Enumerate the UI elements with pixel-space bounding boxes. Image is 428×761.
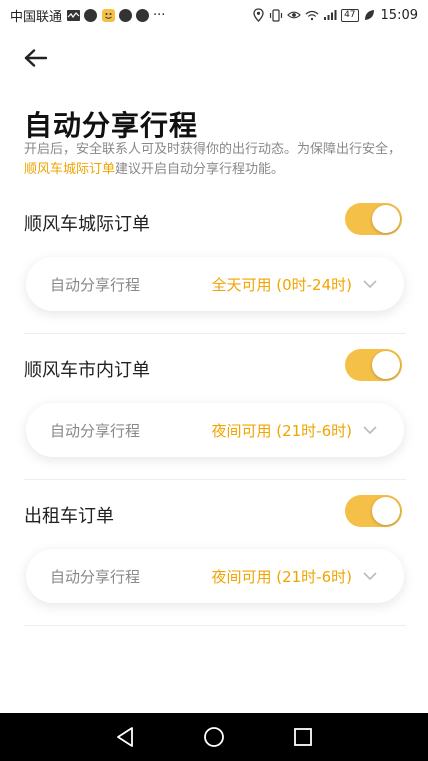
location-icon xyxy=(251,8,265,22)
toggle-knob xyxy=(372,497,400,525)
toggle-intercity[interactable] xyxy=(345,203,402,235)
back-button[interactable] xyxy=(22,46,50,70)
desc-suffix: 建议开启自动分享行程功能。 xyxy=(115,162,285,177)
eye-icon xyxy=(287,8,301,22)
row-value: 全天可用 (0时-24时) xyxy=(211,275,352,294)
app-notification-icon-2 xyxy=(119,8,133,22)
toggle-taxi[interactable] xyxy=(345,495,402,527)
carrier-label: 中国联通 xyxy=(10,9,63,25)
toggle-knob xyxy=(372,351,400,379)
divider xyxy=(24,625,406,626)
row-label: 自动分享行程 xyxy=(50,275,141,294)
section-title-intercity: 顺风车城际订单 xyxy=(24,214,150,235)
section-title-city: 顺风车市内订单 xyxy=(24,360,150,381)
nav-recents-button[interactable] xyxy=(290,724,316,750)
vibrate-icon xyxy=(269,8,283,22)
page-title: 自动分享行程 xyxy=(24,109,199,142)
circle-home-icon xyxy=(204,727,224,747)
nav-back-button[interactable] xyxy=(112,724,138,750)
section-title-taxi: 出租车订单 xyxy=(24,506,114,527)
clock: 15:09 xyxy=(380,7,418,23)
desc-prefix: 开启后，安全联系人可及时获得你的出行动态。为保障出行安全， xyxy=(24,142,402,157)
nav-home-button[interactable] xyxy=(201,724,227,750)
status-bar: 中国联通 ··· 47 15:09 xyxy=(0,0,428,30)
toggle-knob xyxy=(372,205,400,233)
share-setting-taxi[interactable]: 自动分享行程 夜间可用 (21时-6时) xyxy=(26,549,404,603)
share-setting-city[interactable]: 自动分享行程 夜间可用 (21时-6时) xyxy=(26,403,404,457)
activity-icon xyxy=(66,8,80,22)
row-label: 自动分享行程 xyxy=(50,421,141,440)
tiktok-icon xyxy=(136,8,150,22)
chevron-down-icon xyxy=(363,426,377,435)
battery-indicator: 47 xyxy=(341,8,359,22)
square-recents-icon xyxy=(294,728,313,746)
more-notifications: ··· xyxy=(153,7,166,23)
row-label: 自动分享行程 xyxy=(50,567,141,586)
share-setting-intercity[interactable]: 自动分享行程 全天可用 (0时-24时) xyxy=(26,257,404,311)
signal-icon xyxy=(323,8,337,22)
emoji-app-icon xyxy=(101,8,115,22)
arrow-left-icon xyxy=(24,49,48,67)
row-value: 夜间可用 (21时-6时) xyxy=(211,567,352,586)
divider xyxy=(24,479,406,480)
system-nav-bar xyxy=(0,713,428,761)
app-notification-icon xyxy=(84,8,98,22)
chevron-down-icon xyxy=(363,280,377,289)
page-description: 开启后，安全联系人可及时获得你的出行动态。为保障出行安全， 顺风车城际订单建议开启… xyxy=(24,140,404,180)
desc-link-order-type[interactable]: 顺风车城际订单 xyxy=(24,162,115,177)
toggle-city[interactable] xyxy=(345,349,402,381)
divider xyxy=(24,333,406,334)
wifi-icon xyxy=(305,8,319,22)
leaf-icon xyxy=(363,8,377,22)
chevron-down-icon xyxy=(363,572,377,581)
triangle-back-icon xyxy=(116,727,133,747)
row-value: 夜间可用 (21时-6时) xyxy=(211,421,352,440)
